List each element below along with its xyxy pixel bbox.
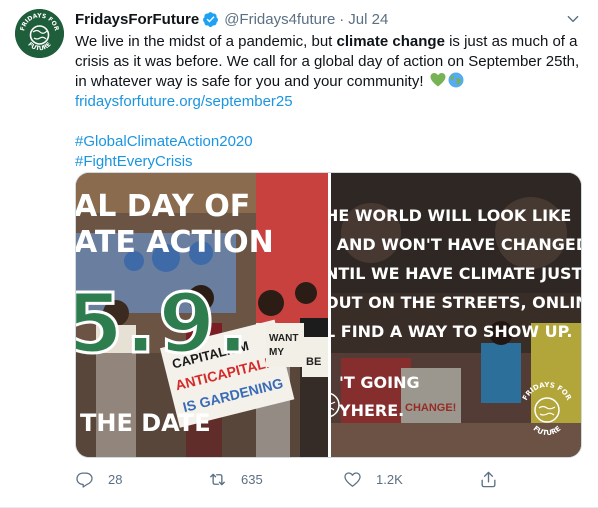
watermark-text-top: FRIDAYS FOR (521, 381, 573, 402)
reply-button[interactable]: 28 (75, 468, 122, 490)
right-line-4: OUT ON THE STREETS, ONLINE, (331, 293, 581, 312)
display-name[interactable]: FridaysForFuture (75, 11, 199, 28)
media-grid[interactable]: CAPITALISM ANTICAPITALISM IS GARDENING W… (75, 172, 582, 458)
left-date: 5.9. (76, 276, 251, 374)
share-icon (481, 471, 496, 487)
tweet-link[interactable]: fridaysforfuture.org/september25 (75, 93, 293, 110)
avatar[interactable]: FRIDAYS FOR FUTURE (15, 9, 64, 58)
fridays-for-future-logo: FRIDAYS FOR FUTURE (15, 9, 64, 58)
fridays-for-future-watermark-left (331, 392, 340, 418)
watermark-text-bottom: FUTURE (532, 424, 563, 437)
tweet-text: We live in the midst of a pandemic, but … (75, 32, 580, 172)
like-button[interactable]: 1.2K (343, 468, 403, 490)
svg-text:FUTURE: FUTURE (532, 424, 563, 437)
globe-icon (448, 72, 464, 88)
right-line-5: L FIND A WAY TO SHOW UP. (331, 322, 573, 341)
like-count: 1.2K (376, 471, 403, 487)
tweet-date[interactable]: Jul 24 (348, 11, 388, 28)
left-headline-1: AL DAY OF (76, 189, 251, 224)
retweet-icon (210, 473, 225, 485)
left-bottom-text: THE DATE (80, 409, 211, 437)
sign-be: BE (306, 356, 321, 368)
chevron-down-icon[interactable] (566, 12, 580, 26)
retweet-button[interactable]: 635 (208, 468, 263, 490)
retweet-count: 635 (241, 471, 263, 487)
hashtag-fighteverycrisis[interactable]: #FightEveryCrisis (75, 153, 193, 170)
line-spacer (75, 112, 580, 132)
verified-badge-icon (203, 11, 219, 27)
green-heart-icon (430, 73, 446, 87)
media-image-left[interactable]: CAPITALISM ANTICAPITALISM IS GARDENING W… (76, 173, 328, 457)
tweet-actions: 28 635 1.2K (75, 468, 535, 490)
tweet-header: FridaysForFuture @Fridays4future · Jul 2… (75, 9, 388, 29)
heart-icon (344, 471, 361, 487)
share-button[interactable] (479, 468, 498, 490)
separator-dot: · (339, 10, 345, 28)
tweet-text-part1: We live in the midst of a pandemic, but (75, 33, 337, 50)
handle[interactable]: @Fridays4future (224, 11, 335, 28)
reply-count: 28 (108, 471, 123, 487)
right-text-block: HE WORLD WILL LOOK LIKE . AND WON'T HAVE… (331, 201, 582, 346)
tweet[interactable]: FRIDAYS FOR FUTURE FridaysForFuture @Fri… (0, 0, 598, 508)
sign-want: WANT (269, 333, 298, 344)
hashtag-globalclimateaction[interactable]: #GlobalClimateAction2020 (75, 133, 253, 150)
tweet-text-bold: climate change (336, 33, 445, 50)
svg-text:FRIDAYS FOR: FRIDAYS FOR (521, 381, 573, 402)
left-headline-2: ATE ACTION (76, 225, 274, 260)
right-line-3: NTIL WE HAVE CLIMATE JUSTICE, (331, 264, 582, 283)
media-image-right[interactable]: CHANGE! HE WORLD WILL LOOK LIKE . AND WO… (331, 173, 582, 457)
sign-my: MY (269, 347, 284, 358)
right-line-2: . AND WON'T HAVE CHANGED. (331, 235, 582, 254)
reply-icon (76, 472, 93, 488)
right-line-1: HE WORLD WILL LOOK LIKE (331, 206, 572, 225)
fridays-for-future-watermark-right: FRIDAYS FOR FUTURE (521, 381, 573, 437)
